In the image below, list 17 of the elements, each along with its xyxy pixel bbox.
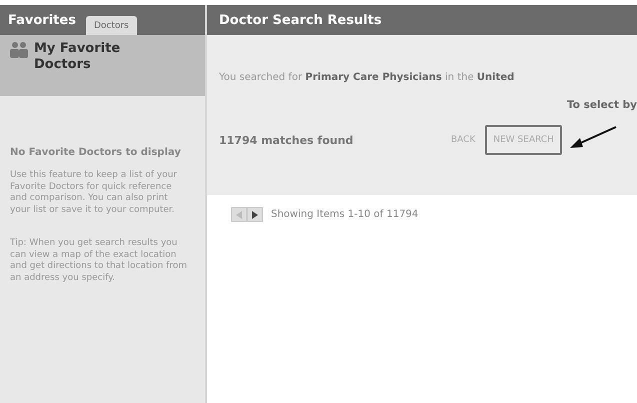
sidebar-heading: My Favorite Doctors	[34, 41, 122, 73]
empty-message: No Favorite Doctors to display	[10, 146, 182, 160]
highlighted-link[interactable]: NEW SEARCH	[485, 125, 562, 155]
right-triangle-icon	[252, 210, 258, 218]
page-title: Doctor Search Results	[219, 12, 382, 28]
pager-status: Showing Items 1-10 of 11794	[271, 209, 418, 220]
select-hint: To select by	[567, 99, 637, 111]
nav-link[interactable]: BACK	[443, 125, 484, 155]
doctors-icon	[8, 41, 30, 59]
next-page-button[interactable]	[247, 207, 263, 222]
help-text: Use this feature to keep a list of your Favorite Doctors for quick reference and comparison. You can also print your list or save it to your computer.	[10, 170, 178, 216]
match-count: 11794 matches found	[219, 134, 354, 146]
sidebar-title: Favorites	[8, 12, 76, 28]
sidebar-tab[interactable]: Doctors	[86, 16, 137, 35]
left-triangle-icon	[236, 210, 242, 218]
help-text: Tip: When you get search results you can view a map of the exact location and get directions to that location from an address you specify.	[10, 238, 187, 284]
search-summary: You searched for Primary Care Physicians in the United	[219, 72, 516, 83]
